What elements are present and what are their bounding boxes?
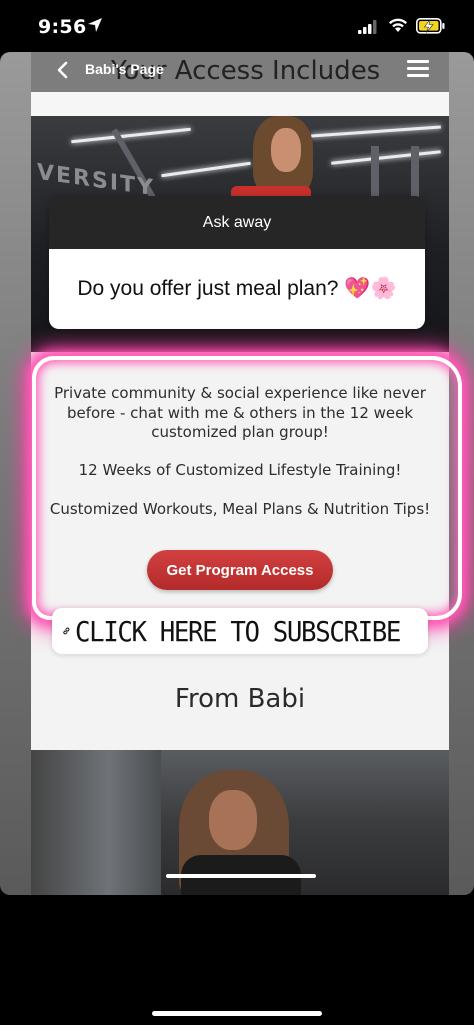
offer-section: Private community & social experience li…: [31, 352, 449, 750]
feature-training: 12 Weeks of Customized Lifestyle Trainin…: [78, 461, 402, 479]
top-bar: Your Access Includes Babi's Page: [31, 52, 449, 92]
scroll-indicator: [166, 874, 316, 878]
home-indicator[interactable]: [152, 1011, 322, 1016]
story-frame: Your Access Includes Babi's Page VERSITY: [0, 52, 474, 895]
from-babi-heading: From Babi: [174, 684, 306, 714]
content-strip: [31, 92, 449, 116]
question-sticker-text: Do you offer just meal plan? 💖🌸: [49, 249, 425, 329]
feature-workouts: Customized Workouts, Meal Plans & Nutrit…: [49, 500, 431, 518]
wifi-icon: [389, 18, 407, 32]
battery-charging-icon: [416, 18, 445, 34]
subscribe-link-sticker[interactable]: CLICK HERE TO SUBSCRIBE: [52, 608, 428, 654]
page-title: Babi's Page: [85, 61, 164, 77]
get-program-access-button[interactable]: Get Program Access: [147, 550, 333, 590]
status-bar: 9:56: [0, 0, 474, 52]
status-time: 9:56: [38, 16, 87, 38]
question-sticker-header: Ask away: [49, 196, 425, 249]
subscribe-link-text: CLICK HERE TO SUBSCRIBE: [74, 614, 401, 648]
hamburger-menu-icon[interactable]: [407, 60, 429, 78]
feature-community: Private community & social experience li…: [54, 384, 426, 441]
person-face: [271, 128, 301, 172]
question-sticker: Ask away Do you offer just meal plan? 💖🌸: [49, 196, 425, 329]
cellular-signal-icon: [358, 20, 377, 34]
web-page: Your Access Includes Babi's Page VERSITY: [31, 52, 449, 895]
link-chain-icon: [63, 627, 70, 635]
back-chevron-icon[interactable]: [53, 59, 73, 81]
location-arrow-icon: [88, 18, 102, 32]
